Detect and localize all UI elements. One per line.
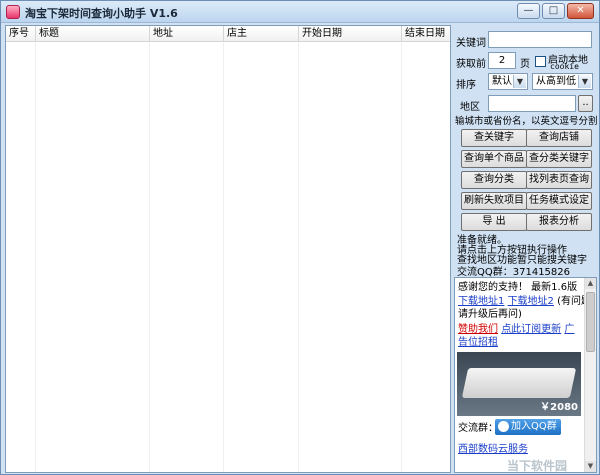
pages-input[interactable]: 2 bbox=[488, 52, 516, 69]
column-header-start-date[interactable]: 开始日期 bbox=[299, 26, 402, 42]
task-mode-button[interactable]: 任务模式设定 bbox=[526, 192, 592, 210]
info-ad-panel: 感谢您的支持！ 最新1.6版 下载地址1 下载地址2 (有问题 请升级后再问) … bbox=[454, 277, 597, 473]
mattress-shape bbox=[461, 368, 577, 398]
export-button[interactable]: 导 出 bbox=[461, 213, 527, 231]
adspace-link-2: 告位招租 bbox=[458, 337, 498, 349]
mattress-ad-image[interactable]: ￥2080 bbox=[457, 352, 581, 416]
chevron-down-icon: ▼ bbox=[578, 75, 591, 88]
column-divider bbox=[299, 43, 402, 472]
region-label: 地区 bbox=[460, 102, 480, 113]
list-header: 序号 标题 地址 店主 开始日期 结束日期 bbox=[6, 26, 450, 42]
autostart-sublabel: cookie bbox=[550, 62, 579, 71]
column-header-address[interactable]: 地址 bbox=[150, 26, 224, 42]
order-select[interactable]: 从高到低 ▼ bbox=[532, 73, 593, 90]
title-bar: 淘宝下架时间查询小助手 V1.6 — □ ✕ bbox=[1, 1, 599, 23]
app-window: 淘宝下架时间查询小助手 V1.6 — □ ✕ 序号 标题 地址 店主 开始日期 … bbox=[0, 0, 600, 475]
sort-select[interactable]: 默认 ▼ bbox=[488, 73, 528, 90]
search-single-item-button[interactable]: 查询单个商品 bbox=[461, 150, 527, 168]
refresh-failed-button[interactable]: 刷新失败项目 bbox=[461, 192, 527, 210]
pages-unit-label: 页 bbox=[520, 59, 530, 70]
window-title: 淘宝下架时间查询小助手 V1.6 bbox=[25, 7, 178, 20]
minimize-button[interactable]: — bbox=[517, 3, 540, 19]
autostart-cookie-checkbox[interactable] bbox=[535, 56, 546, 67]
column-header-end-date[interactable]: 结束日期 bbox=[402, 26, 450, 42]
search-category-keyword-button[interactable]: 查分类关键字 bbox=[526, 150, 592, 168]
region-hint: 输城市或省份名，以英文逗号分割 bbox=[455, 116, 598, 127]
region-input[interactable] bbox=[488, 95, 576, 112]
column-header-owner[interactable]: 店主 bbox=[224, 26, 299, 42]
scroll-thumb[interactable] bbox=[586, 292, 595, 352]
region-browse-button[interactable]: .. bbox=[578, 95, 593, 112]
column-divider bbox=[150, 43, 224, 472]
ad-scrollbar[interactable]: ▲ ▼ bbox=[584, 278, 596, 472]
sponsor-link[interactable]: 赞助我们 bbox=[458, 324, 498, 335]
adspace-link-continued[interactable]: 告位招租 bbox=[458, 337, 498, 348]
join-qq-group-button[interactable]: 加入QQ群 bbox=[495, 419, 561, 435]
chevron-down-icon: ▼ bbox=[513, 75, 526, 88]
download-link-2[interactable]: 下载地址2 bbox=[508, 296, 554, 307]
links-row: 赞助我们 点此订阅更新 广 bbox=[458, 324, 574, 336]
search-keyword-button[interactable]: 查关键字 bbox=[461, 129, 527, 147]
download-links-row: 下载地址1 下载地址2 (有问题 bbox=[458, 296, 591, 308]
qq-label: 交流群： bbox=[458, 423, 498, 434]
adspace-link[interactable]: 广 bbox=[564, 324, 574, 335]
report-analysis-button[interactable]: 报表分析 bbox=[526, 213, 592, 231]
order-select-value: 从高到低 bbox=[536, 76, 576, 87]
close-button[interactable]: ✕ bbox=[567, 3, 594, 19]
note-text-2: 请升级后再问) bbox=[458, 309, 522, 320]
qq-penguin-icon bbox=[498, 421, 509, 432]
app-logo-icon bbox=[6, 5, 20, 19]
ad-price: ￥2080 bbox=[540, 402, 578, 413]
list-page-query-button[interactable]: 找列表页查询 bbox=[526, 171, 592, 189]
status-line: 查找地区功能暂只能搜关键字 bbox=[457, 255, 587, 266]
subscribe-link[interactable]: 点此订阅更新 bbox=[501, 324, 561, 335]
scroll-down-icon[interactable]: ▼ bbox=[585, 461, 596, 472]
column-divider bbox=[224, 43, 299, 472]
column-divider bbox=[6, 43, 36, 472]
pages-label: 获取前 bbox=[456, 59, 486, 70]
scroll-up-icon[interactable]: ▲ bbox=[585, 278, 596, 289]
watermark-text: 当下软件园 bbox=[507, 459, 568, 473]
column-header-title[interactable]: 标题 bbox=[36, 26, 150, 42]
thanks-text: 感谢您的支持！ 最新1.6版 bbox=[458, 282, 578, 293]
results-list[interactable]: 序号 标题 地址 店主 开始日期 结束日期 bbox=[5, 25, 451, 473]
search-category-button[interactable]: 查询分类 bbox=[461, 171, 527, 189]
maximize-button[interactable]: □ bbox=[542, 3, 565, 19]
join-qq-group-label: 加入QQ群 bbox=[511, 421, 557, 432]
download-link-1[interactable]: 下载地址1 bbox=[458, 296, 504, 307]
search-shop-button[interactable]: 查询店铺 bbox=[526, 129, 592, 147]
sort-label: 排序 bbox=[456, 80, 476, 91]
keyword-label: 关键词 bbox=[456, 38, 486, 49]
cloud-service-link[interactable]: 西部数码云服务 bbox=[458, 444, 528, 455]
sponsor-banner-link: 西部数码云服务 bbox=[458, 444, 528, 456]
column-divider bbox=[36, 43, 150, 472]
column-header-index[interactable]: 序号 bbox=[6, 26, 36, 42]
keyword-input[interactable] bbox=[488, 31, 592, 48]
sort-select-value: 默认 bbox=[492, 76, 512, 87]
